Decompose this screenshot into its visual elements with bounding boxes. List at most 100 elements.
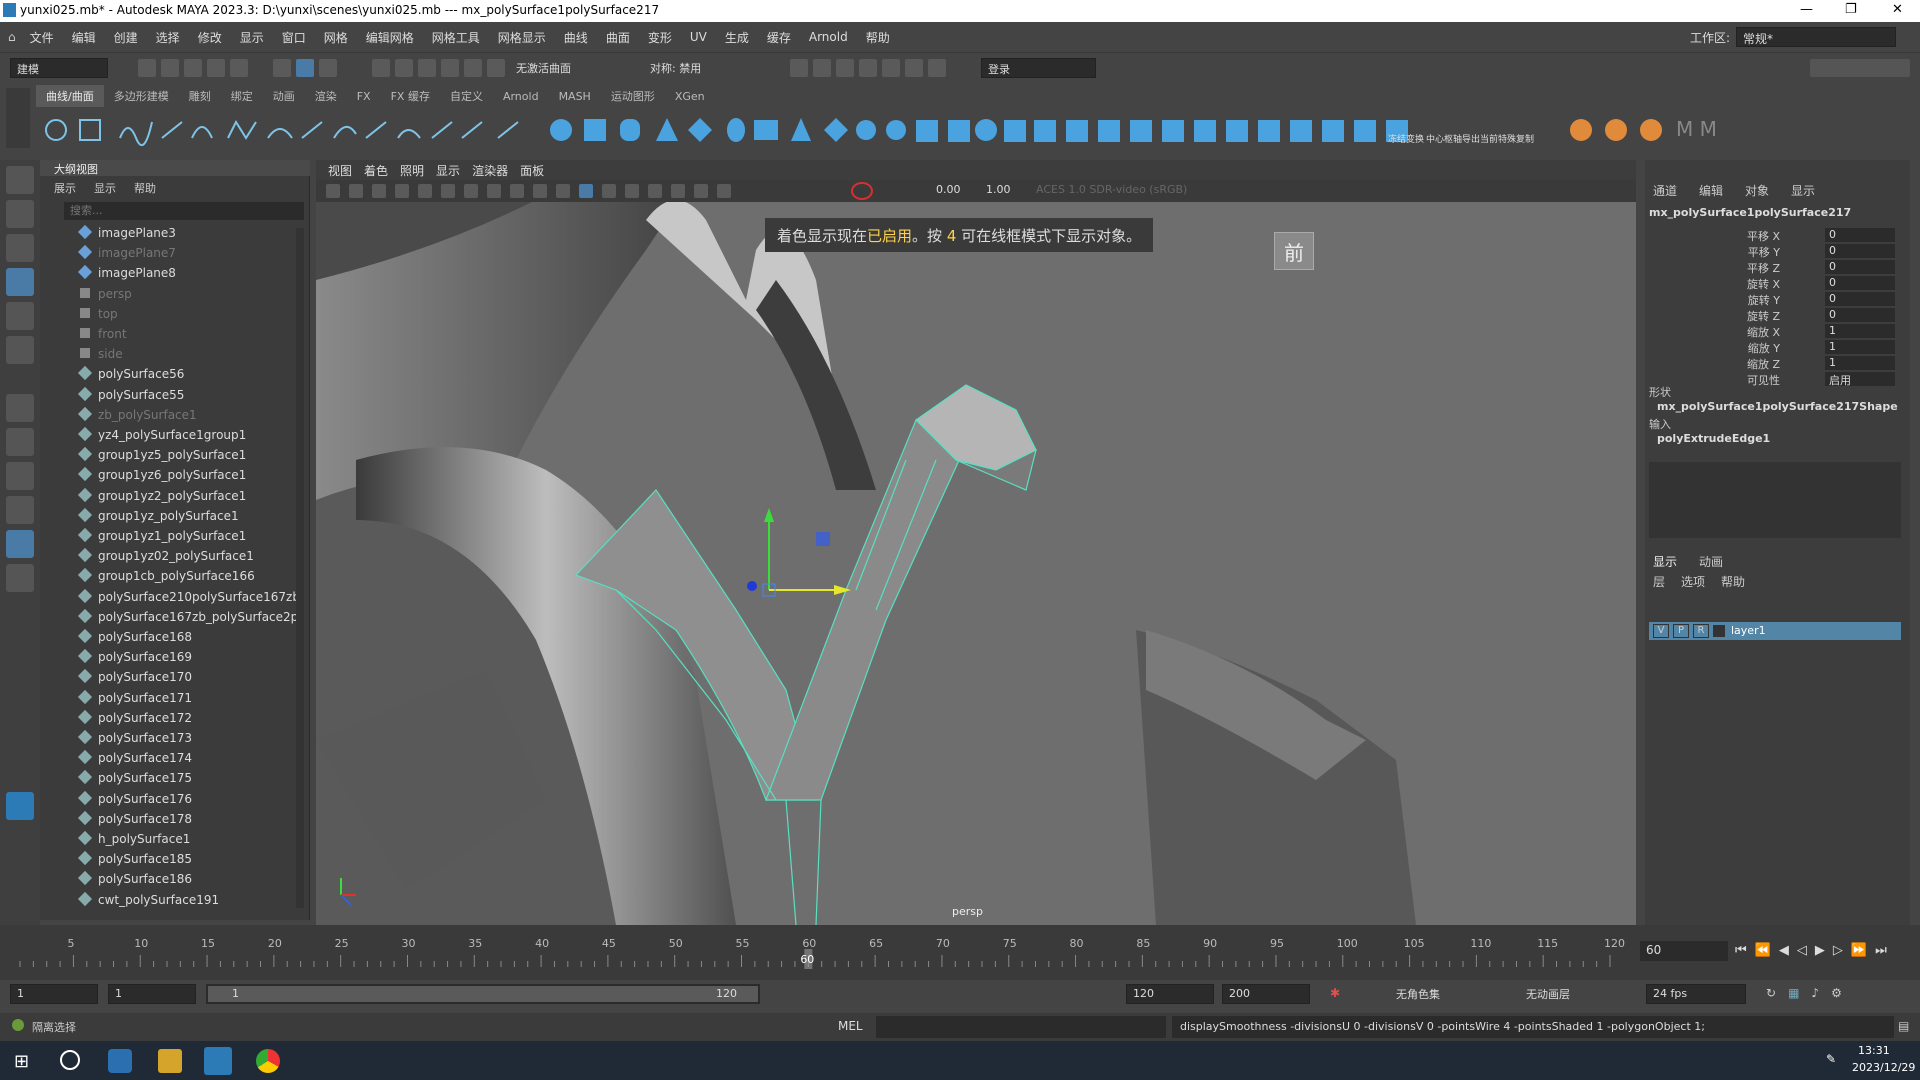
layer-name[interactable]: layer1 bbox=[1731, 624, 1766, 637]
shadows-icon[interactable] bbox=[671, 184, 685, 198]
maya-taskbar-icon[interactable] bbox=[204, 1047, 232, 1075]
view-cube[interactable]: 前 bbox=[1274, 232, 1314, 270]
hypershade-icon[interactable] bbox=[882, 58, 900, 77]
viewport-menu-item[interactable]: 渲染器 bbox=[472, 162, 508, 179]
step-back-key-icon[interactable]: ⏪ bbox=[1755, 943, 1771, 958]
menu-item[interactable]: 网格显示 bbox=[498, 29, 546, 46]
redo-icon[interactable] bbox=[230, 58, 248, 77]
browser-taskbar-icon[interactable] bbox=[108, 1049, 132, 1073]
channel-row[interactable]: 旋转 X 0 bbox=[1645, 276, 1910, 292]
persp-outliner-icon[interactable] bbox=[6, 530, 34, 558]
menu-item[interactable]: 显示 bbox=[240, 29, 264, 46]
outliner-item[interactable]: front bbox=[80, 327, 127, 347]
outliner-item[interactable]: polySurface169 bbox=[77, 649, 192, 670]
menu-item[interactable]: 编辑网格 bbox=[366, 29, 414, 46]
viewport-menu-item[interactable]: 视图 bbox=[328, 162, 352, 179]
select-object-icon[interactable] bbox=[296, 58, 314, 77]
outliner-item[interactable]: polySurface167zb_polySurface2p bbox=[77, 608, 298, 630]
grease-pencil-icon[interactable] bbox=[441, 184, 455, 198]
layer-row[interactable]: V P R layer1 bbox=[1649, 622, 1901, 640]
command-input[interactable] bbox=[876, 1016, 1166, 1038]
viewport-scene[interactable] bbox=[316, 160, 1636, 925]
menu-item[interactable]: 网格 bbox=[324, 29, 348, 46]
layer-menu-layers[interactable]: 层 bbox=[1653, 573, 1665, 590]
anim-start-field[interactable]: 1 bbox=[10, 984, 98, 1004]
outliner-item[interactable]: polySurface56 bbox=[77, 366, 184, 387]
outliner-search-input[interactable] bbox=[64, 202, 284, 219]
channel-row[interactable]: 平移 Z 0 bbox=[1645, 260, 1910, 276]
login-dropdown[interactable]: 登录 bbox=[981, 57, 1096, 78]
shelf-tab[interactable]: 绑定 bbox=[221, 85, 263, 107]
grid-icon[interactable] bbox=[464, 184, 478, 198]
layer-visibility-toggle[interactable]: V bbox=[1653, 624, 1669, 638]
xray-icon[interactable] bbox=[694, 184, 708, 198]
layer-tab-display[interactable]: 显示 bbox=[1653, 553, 1677, 570]
outliner-item[interactable]: imagePlane7 bbox=[77, 245, 176, 266]
layer-menu-options[interactable]: 选项 bbox=[1681, 573, 1705, 590]
four-view-icon[interactable] bbox=[6, 462, 34, 490]
symmetry-label[interactable]: 对称: 禁用 bbox=[650, 60, 750, 76]
textured-icon[interactable] bbox=[625, 184, 639, 198]
cb-input-node[interactable]: polyExtrudeEdge1 bbox=[1657, 432, 1770, 445]
shelf-icon-strip[interactable]: M M bbox=[36, 108, 1896, 152]
isolate-select-icon[interactable] bbox=[717, 184, 731, 198]
rotate-tool-icon[interactable] bbox=[6, 302, 34, 330]
channel-label[interactable]: 旋转 X bbox=[1747, 276, 1780, 292]
snap-surface-icon[interactable] bbox=[464, 58, 482, 77]
outliner-item[interactable]: imagePlane3 bbox=[77, 224, 176, 246]
outliner-item[interactable]: side bbox=[80, 347, 123, 367]
outliner-item[interactable]: zb_polySurface1 bbox=[77, 406, 197, 428]
script-editor-icon[interactable]: ▤ bbox=[1898, 1019, 1909, 1033]
layer-menu-help[interactable]: 帮助 bbox=[1721, 573, 1745, 590]
fps-dropdown[interactable]: 24 fps bbox=[1646, 984, 1746, 1004]
loop-icon[interactable]: ↻ bbox=[1766, 986, 1776, 1000]
channel-row[interactable]: 旋转 Y 0 bbox=[1645, 292, 1910, 308]
viewport-menu-item[interactable]: 面板 bbox=[520, 162, 544, 179]
bookmark-icon[interactable] bbox=[372, 184, 386, 198]
gamma-field[interactable]: 1.00 bbox=[986, 183, 1011, 196]
pen-icon[interactable]: ✎ bbox=[1826, 1052, 1836, 1066]
play-back-icon[interactable]: ◁ bbox=[1797, 943, 1807, 958]
menu-item[interactable]: 网格工具 bbox=[432, 29, 480, 46]
shelf-tab[interactable]: 曲线/曲面 bbox=[36, 85, 104, 107]
shelf-tab[interactable]: 运动图形 bbox=[601, 85, 665, 107]
shelf-tab[interactable]: 渲染 bbox=[305, 85, 347, 107]
ipr-render-icon[interactable] bbox=[836, 58, 854, 77]
cb-menu-object[interactable]: 对象 bbox=[1745, 182, 1769, 199]
sound-icon[interactable]: ♪ bbox=[1811, 986, 1819, 1000]
layer-playback-toggle[interactable]: P bbox=[1673, 624, 1689, 638]
time-slider[interactable]: 5 10 15 20 25 30 35 40 45 50 55 60 65 70 75 80 85 90 95 100… bbox=[0, 925, 1920, 980]
channel-label[interactable]: 平移 Y bbox=[1748, 244, 1780, 260]
menu-item[interactable]: 缓存 bbox=[767, 29, 791, 46]
shelf-tab[interactable]: FX 缓存 bbox=[381, 85, 440, 107]
channel-row[interactable]: 平移 Y 0 bbox=[1645, 244, 1910, 260]
character-set-dropdown[interactable]: 无角色集 bbox=[1396, 986, 1440, 1002]
outliner-item[interactable]: persp bbox=[80, 287, 132, 307]
viewport-menu-item[interactable]: 着色 bbox=[364, 162, 388, 179]
camera-select-icon[interactable] bbox=[326, 184, 340, 198]
outliner-item[interactable]: polySurface174 bbox=[77, 750, 192, 771]
image-plane-icon[interactable] bbox=[395, 184, 409, 198]
menu-item[interactable]: 帮助 bbox=[866, 29, 890, 46]
outliner-item[interactable]: polySurface175 bbox=[77, 770, 192, 791]
outliner-menu-help[interactable]: 帮助 bbox=[134, 180, 156, 196]
wireframe-on-shaded-icon[interactable] bbox=[602, 184, 616, 198]
channel-label[interactable]: 旋转 Y bbox=[1748, 292, 1780, 308]
lasso-tool-icon[interactable] bbox=[6, 200, 34, 228]
menu-item[interactable]: 生成 bbox=[725, 29, 749, 46]
viewport-menu-item[interactable]: 照明 bbox=[400, 162, 424, 179]
home-icon[interactable]: ⌂ bbox=[8, 30, 16, 44]
clock-date[interactable]: 2023/12/29 bbox=[1852, 1061, 1915, 1074]
menu-item[interactable]: 曲线 bbox=[564, 29, 588, 46]
channel-value[interactable]: 0 bbox=[1825, 292, 1895, 306]
channel-value[interactable]: 0 bbox=[1825, 260, 1895, 274]
outliner-item[interactable]: polySurface171 bbox=[77, 689, 192, 711]
2d-pan-icon[interactable] bbox=[418, 184, 432, 198]
pause-icon[interactable] bbox=[928, 58, 946, 77]
snap-curve-icon[interactable] bbox=[395, 58, 413, 77]
single-view-icon[interactable] bbox=[6, 428, 34, 456]
outliner-item[interactable]: polySurface170 bbox=[77, 669, 192, 690]
outliner-item[interactable]: cwt_polySurface191 bbox=[77, 891, 219, 913]
cache-icon[interactable]: ▦ bbox=[1788, 986, 1799, 1000]
exposure-field[interactable]: 0.00 bbox=[936, 183, 961, 196]
